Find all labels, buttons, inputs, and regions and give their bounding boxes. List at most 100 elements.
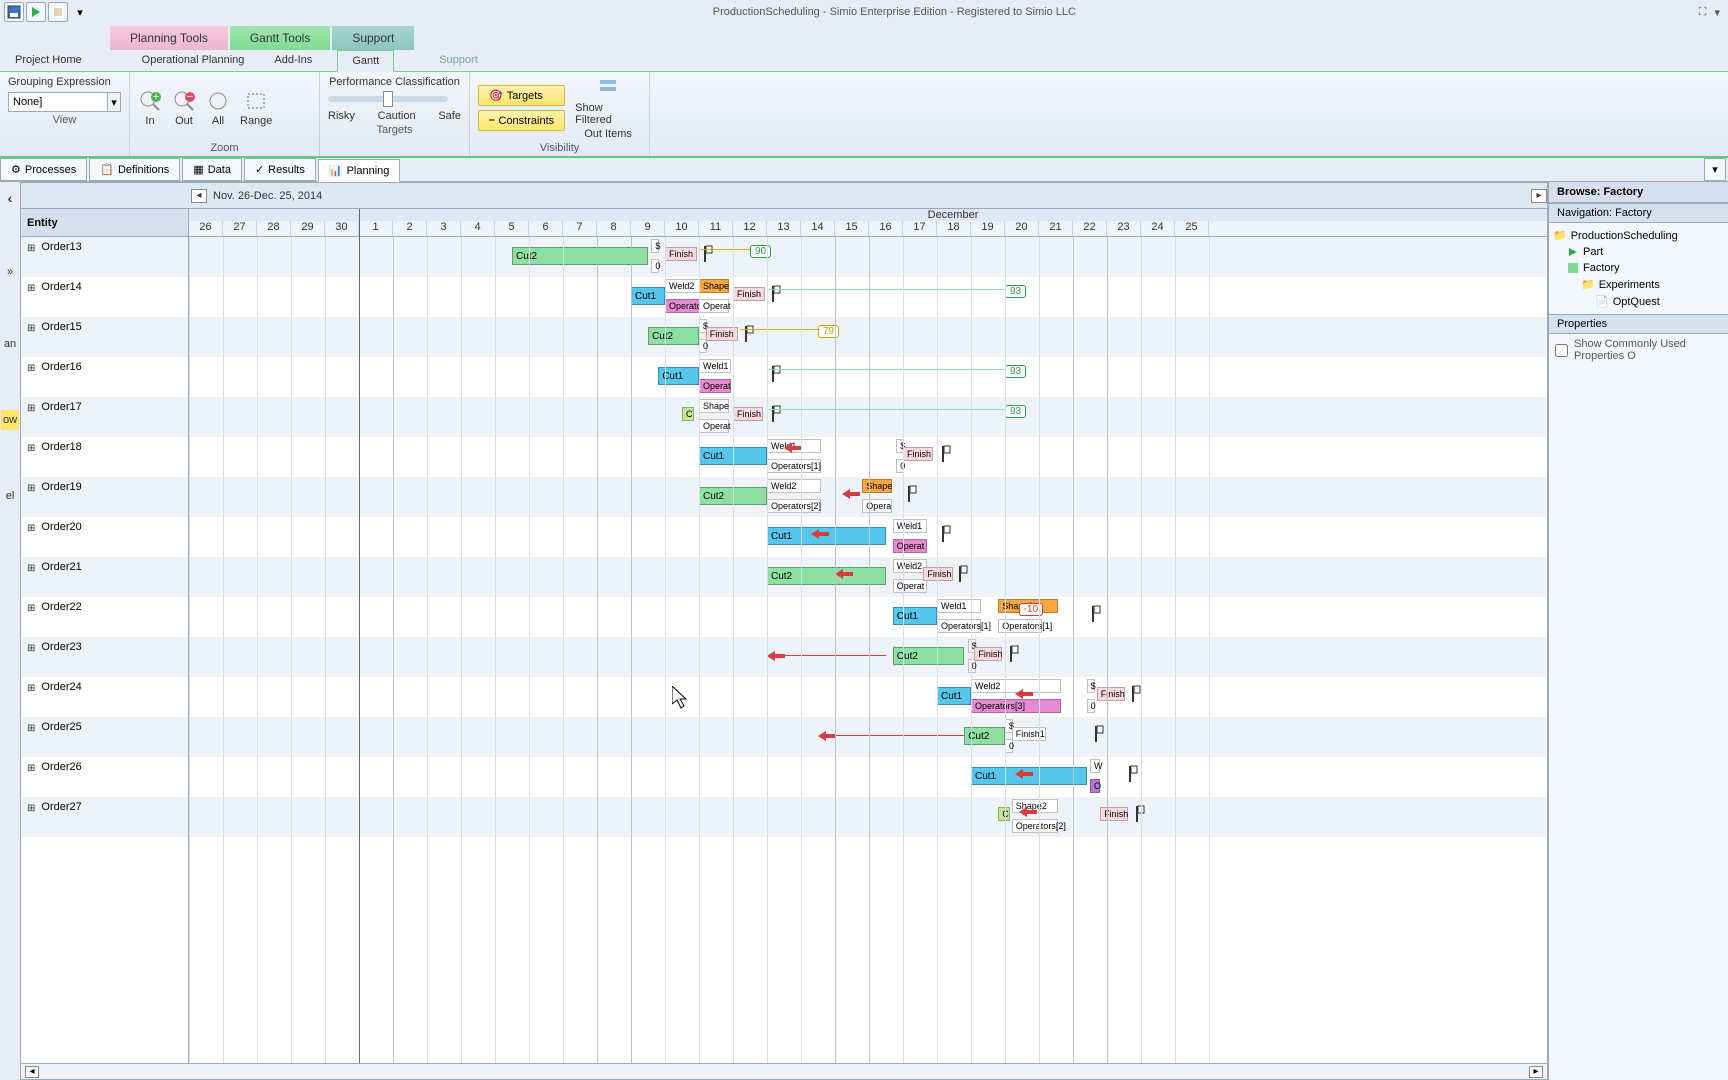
tree-optquest[interactable]: 📄 OptQuest [1553,293,1724,310]
gantt-subbar[interactable]: 0 [1005,739,1013,753]
milestone-flag[interactable] [767,405,781,423]
gantt-subbar[interactable]: Operat [699,379,731,393]
restore-icon[interactable]: ⛶ [1699,6,1707,19]
gantt-subbar[interactable]: Finish [923,567,953,581]
expand-icon[interactable]: ⊞ [27,683,35,694]
gantt-subbar[interactable]: Finish [974,647,1002,661]
entity-row[interactable]: ⊞Order17 [21,397,188,437]
entity-row[interactable]: ⊞Order13 [21,237,188,277]
gantt-subbar[interactable]: Finish [1097,687,1125,701]
expand-icon[interactable]: ⊞ [27,723,35,734]
collapse-left-icon[interactable]: ‹ [8,190,13,206]
milestone-flag[interactable] [937,445,951,463]
gantt-subbar[interactable]: Finish [1100,807,1128,821]
gantt-subbar[interactable]: Operators[3] [971,699,1061,713]
gantt-bar[interactable]: Cut2 [512,247,648,265]
targets-toggle[interactable]: 🎯Targets [478,85,565,106]
entity-row[interactable]: ⊞Order18 [21,437,188,477]
milestone-flag[interactable] [1087,605,1101,623]
gantt-subbar[interactable]: Operat [893,579,927,593]
expand-icon[interactable]: ⊞ [27,523,35,534]
chevron-down-icon[interactable]: ▾ [108,92,121,112]
entity-row[interactable]: ⊞Order26 [21,757,188,797]
date-prev-icon[interactable]: ◂ [191,189,207,203]
expand-icon[interactable]: ⊞ [27,763,35,774]
gantt-subbar[interactable]: Weld2 [767,479,821,493]
expand-icon[interactable]: ⊞ [27,803,35,814]
tab-data[interactable]: ▦ Data [182,158,242,181]
gantt-subbar[interactable]: Operat [893,539,927,553]
gantt-subbar[interactable]: Operators[1] [937,619,981,633]
gantt-subbar[interactable]: Weld2 [665,279,701,293]
perf-slider[interactable] [328,96,448,102]
milestone-flag[interactable] [1090,725,1104,743]
tab-overflow[interactable]: ▾ [1704,158,1726,181]
gantt-subbar[interactable]: Operators[1] [767,459,821,473]
gantt-subbar[interactable]: $ [1087,679,1095,693]
show-filtered-button[interactable]: Show FilteredOut Items [575,76,641,140]
gantt-subbar[interactable]: Shape [862,479,892,493]
expand-icon[interactable]: ⊞ [27,603,35,614]
show-common-check[interactable]: Show Commonly Used Properties O [1555,338,1722,362]
gantt-subbar[interactable]: Operator [665,299,701,313]
hscroll-right[interactable]: ▸ [1529,1066,1543,1078]
gantt-subbar[interactable]: Finish [733,407,763,421]
gantt-subbar[interactable]: 0 [699,339,707,353]
gantt-subbar[interactable]: Weld2 [893,559,927,573]
gantt-subbar[interactable]: Operators[2] [767,499,821,513]
expand-icon[interactable]: ⊞ [27,563,35,574]
entity-row[interactable]: ⊞Order25 [21,717,188,757]
gantt-subbar[interactable]: Weld1 [893,519,927,533]
expand-icon[interactable]: ⊞ [27,643,35,654]
milestone-flag[interactable] [1124,765,1138,783]
gantt-subbar[interactable]: 0 [1087,699,1095,713]
dropdown-icon[interactable]: ▾ [70,2,90,22]
gantt-subbar[interactable]: W [1090,759,1100,773]
tab-results[interactable]: ✓ Results [244,158,316,181]
entity-row[interactable]: ⊞Order22 [21,597,188,637]
milestone-flag[interactable] [740,325,754,343]
tab-processes[interactable]: ⚙ Processes [0,158,87,181]
gantt-bar[interactable]: Cut1 [893,607,937,625]
grouping-input[interactable] [8,92,108,112]
constraints-toggle[interactable]: ⎯Constraints [478,110,565,131]
zoom-in-button[interactable]: +In [138,89,162,127]
expand-icon[interactable]: ⊞ [27,483,35,494]
zoom-range-button[interactable]: Range [240,89,272,127]
min-icon[interactable]: ▾ [1714,6,1720,19]
entity-row[interactable]: ⊞Order23 [21,637,188,677]
zoom-all-button[interactable]: All [206,89,230,127]
entity-row[interactable]: ⊞Order16 [21,357,188,397]
tree-part[interactable]: Part [1553,244,1724,260]
expand-icon[interactable]: ⊞ [27,443,35,454]
gantt-subbar[interactable]: Shape [699,399,729,413]
tab-planning-doc[interactable]: 📊 Planning [318,159,401,182]
tree-experiments[interactable]: 📁 Experiments [1553,276,1724,293]
tab-op-planning[interactable]: Operational Planning [127,49,260,71]
gantt-bar[interactable]: Cut1 [631,287,665,305]
expand-icon[interactable]: ⊞ [27,403,35,414]
milestone-flag[interactable] [767,365,781,383]
tab-addins[interactable]: Add-Ins [259,49,327,71]
milestone-flag[interactable] [1131,805,1145,823]
gantt-subbar[interactable]: Operat [699,299,729,313]
milestone-flag[interactable] [1127,685,1141,703]
gantt-subbar[interactable]: Operat [699,419,729,433]
stop-icon[interactable] [48,2,68,22]
expand-icon[interactable]: » [7,266,13,278]
gantt-subbar[interactable]: Operators[2] [1012,819,1058,833]
tree-factory[interactable]: Factory [1553,260,1724,276]
entity-row[interactable]: ⊞Order21 [21,557,188,597]
entity-row[interactable]: ⊞Order20 [21,517,188,557]
milestone-flag[interactable] [954,565,968,583]
gantt-subbar[interactable]: Weld1 [937,599,981,613]
entity-row[interactable]: ⊞Order19 [21,477,188,517]
run-icon[interactable] [26,2,46,22]
side-plan[interactable]: an [4,338,16,350]
gantt-subbar[interactable]: O [1090,779,1100,793]
gantt-subbar[interactable]: $ [651,239,659,253]
expand-icon[interactable]: ⊞ [27,283,35,294]
tree-root[interactable]: 📁 ProductionScheduling [1553,227,1724,244]
zoom-out-button[interactable]: −Out [172,89,196,127]
ctx-planning-tools[interactable]: Planning Tools [110,26,228,50]
